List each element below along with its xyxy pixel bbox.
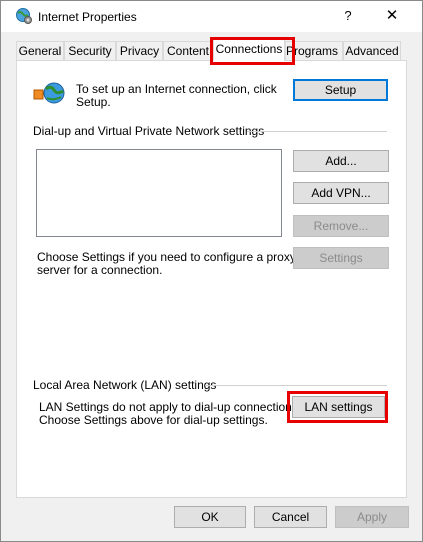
- cancel-button[interactable]: Cancel: [254, 506, 327, 528]
- connections-listbox[interactable]: [36, 149, 282, 237]
- setup-text-line2: Setup.: [76, 95, 111, 109]
- lan-text-line2: Choose Settings above for dial-up settin…: [39, 413, 268, 427]
- tab-programs[interactable]: Programs: [285, 41, 343, 60]
- apply-button[interactable]: Apply: [335, 506, 409, 528]
- title-bar: Internet Properties ? ✕: [1, 1, 422, 32]
- tab-privacy[interactable]: Privacy: [116, 41, 163, 60]
- tab-security[interactable]: Security: [64, 41, 116, 60]
- setup-button[interactable]: Setup: [293, 79, 388, 101]
- proxy-text-line2: server for a connection.: [37, 263, 163, 277]
- ok-button[interactable]: OK: [174, 506, 246, 528]
- globe-gear-icon: [16, 8, 32, 24]
- add-button[interactable]: Add...: [293, 150, 389, 172]
- tab-general[interactable]: General: [16, 41, 64, 60]
- remove-button[interactable]: Remove...: [293, 215, 389, 237]
- tab-content[interactable]: Content: [163, 41, 213, 60]
- settings-button[interactable]: Settings: [293, 247, 389, 269]
- internet-properties-window: Internet Properties ? ✕ General Security…: [0, 0, 423, 542]
- dialup-group-divider: [247, 131, 387, 132]
- close-button[interactable]: ✕: [377, 5, 407, 27]
- help-button[interactable]: ?: [337, 5, 359, 27]
- tab-advanced[interactable]: Advanced: [343, 41, 401, 60]
- window-title: Internet Properties: [38, 10, 137, 24]
- tab-connections[interactable]: Connections: [213, 38, 285, 61]
- dialup-group-label: Dial-up and Virtual Private Network sett…: [33, 124, 265, 138]
- lan-group-label: Local Area Network (LAN) settings: [33, 378, 217, 392]
- lan-settings-button[interactable]: LAN settings: [292, 396, 385, 418]
- network-connection-icon: [33, 82, 65, 104]
- add-vpn-button[interactable]: Add VPN...: [293, 182, 389, 204]
- lan-group-divider: [205, 385, 387, 386]
